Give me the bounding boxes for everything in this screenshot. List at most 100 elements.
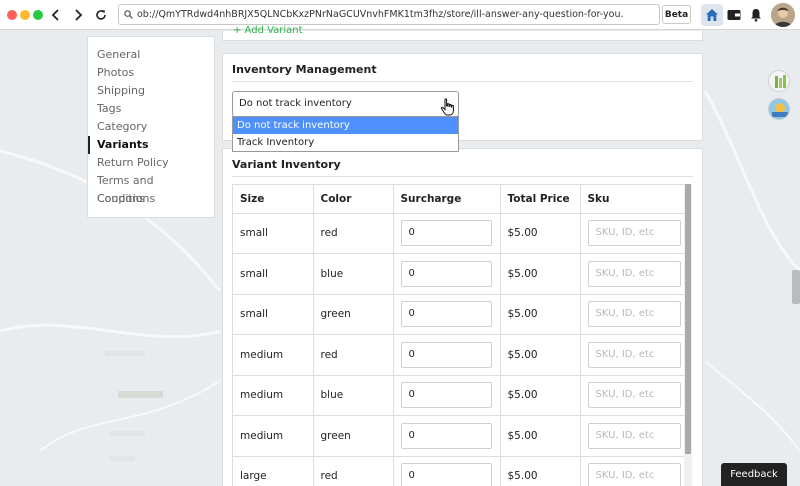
- wallet-icon[interactable]: [727, 9, 741, 21]
- inventory-management-title: Inventory Management: [232, 63, 377, 76]
- column-header-color: Color: [313, 185, 394, 214]
- cell-surcharge: 0: [393, 415, 501, 457]
- surcharge-input[interactable]: 0: [400, 382, 492, 409]
- cell-surcharge: 0: [393, 253, 501, 295]
- cell-sku: SKU, ID, etc: [580, 334, 687, 376]
- cell-sku: SKU, ID, etc: [580, 213, 687, 254]
- variants-panel: + Add Variant: [222, 25, 703, 41]
- cell-total-price: $5.00: [500, 253, 581, 295]
- url-text: ob://QmYTRdwd4nhBRJX5QLNCbKxzPNrNaGCUVnv…: [137, 9, 624, 20]
- cell-total-price: $5.00: [500, 213, 581, 254]
- cell-surcharge: 0: [393, 334, 501, 376]
- store-avatar[interactable]: [768, 98, 790, 120]
- sidebar-item-photos[interactable]: Photos: [88, 64, 214, 82]
- add-variant-link[interactable]: + Add Variant: [233, 25, 303, 36]
- cell-sku: SKU, ID, etc: [580, 294, 687, 335]
- feedback-button[interactable]: Feedback: [721, 463, 787, 486]
- cell-color: red: [313, 334, 394, 376]
- close-window-button[interactable]: [7, 10, 17, 20]
- table-row: small green 0 $5.00 SKU, ID, etc: [233, 294, 687, 335]
- divider: [232, 81, 693, 82]
- column-header-size: Size: [233, 185, 314, 214]
- sku-input[interactable]: SKU, ID, etc: [587, 463, 681, 486]
- home-icon[interactable]: [701, 4, 723, 26]
- cell-size: small: [233, 213, 314, 254]
- user-avatar[interactable]: [771, 3, 795, 27]
- cell-surcharge: 0: [393, 213, 501, 254]
- table-row: medium red 0 $5.00 SKU, ID, etc: [233, 334, 687, 376]
- sku-input[interactable]: SKU, ID, etc: [587, 422, 681, 449]
- side-panel-handle[interactable]: [792, 270, 800, 304]
- cell-sku: SKU, ID, etc: [580, 253, 687, 295]
- table-row: small blue 0 $5.00 SKU, ID, etc: [233, 253, 687, 295]
- cell-total-price: $5.00: [500, 334, 581, 376]
- reload-icon[interactable]: [91, 5, 111, 25]
- cell-size: large: [233, 456, 314, 486]
- table-header-row: Size Color Surcharge Total Price Sku: [233, 185, 687, 214]
- cell-surcharge: 0: [393, 375, 501, 416]
- sidebar-item-shipping[interactable]: Shipping: [88, 82, 214, 100]
- cell-total-price: $5.00: [500, 415, 581, 457]
- table-scrollbar-thumb[interactable]: [685, 184, 691, 454]
- surcharge-input[interactable]: 0: [400, 422, 492, 449]
- hand-cursor-icon: [440, 98, 454, 116]
- maximize-window-button[interactable]: [33, 10, 43, 20]
- sku-input[interactable]: SKU, ID, etc: [587, 382, 681, 409]
- search-icon: [119, 10, 137, 19]
- table-row: large red 0 $5.00 SKU, ID, etc: [233, 456, 687, 486]
- forward-arrow-icon[interactable]: [68, 5, 88, 25]
- sidebar-item-general[interactable]: General: [88, 46, 214, 64]
- back-arrow-icon[interactable]: [46, 5, 66, 25]
- settings-sidebar: General Photos Shipping Tags Category Variant…: [87, 36, 215, 218]
- cell-total-price: $5.00: [500, 294, 581, 335]
- store-avatar[interactable]: [768, 70, 790, 92]
- minimize-window-button[interactable]: [20, 10, 30, 20]
- sku-input[interactable]: SKU, ID, etc: [587, 301, 681, 328]
- cell-surcharge: 0: [393, 294, 501, 335]
- sku-input[interactable]: SKU, ID, etc: [587, 341, 681, 368]
- cell-sku: SKU, ID, etc: [580, 456, 687, 486]
- surcharge-input[interactable]: 0: [400, 301, 492, 328]
- table-row: small red 0 $5.00 SKU, ID, etc: [233, 213, 687, 254]
- cell-sku: SKU, ID, etc: [580, 375, 687, 416]
- surcharge-input[interactable]: 0: [400, 341, 492, 368]
- inventory-tracking-options: Do not track inventory Track Inventory: [232, 116, 459, 152]
- surcharge-input[interactable]: 0: [400, 463, 492, 486]
- cell-color: blue: [313, 375, 394, 416]
- address-bar[interactable]: ob://QmYTRdwd4nhBRJX5QLNCbKxzPNrNaGCUVnv…: [118, 4, 660, 25]
- divider: [232, 176, 693, 177]
- option-do-not-track[interactable]: Do not track inventory: [233, 117, 458, 134]
- surcharge-input[interactable]: 0: [400, 220, 492, 247]
- inventory-tracking-value: Do not track inventory: [239, 98, 352, 109]
- variant-inventory-table: Size Color Surcharge Total Price Sku sma…: [233, 185, 687, 486]
- cell-size: small: [233, 294, 314, 335]
- browser-toolbar: ob://QmYTRdwd4nhBRJX5QLNCbKxzPNrNaGCUVnv…: [0, 0, 800, 30]
- inventory-tracking-select[interactable]: Do not track inventory: [232, 91, 459, 117]
- sidebar-item-variants[interactable]: Variants: [88, 136, 214, 154]
- beta-button[interactable]: Beta: [662, 5, 691, 24]
- option-track-inventory[interactable]: Track Inventory: [233, 134, 458, 151]
- sidebar-item-category[interactable]: Category: [88, 118, 214, 136]
- sidebar-item-terms-and-conditions[interactable]: Terms and Conditions: [88, 172, 214, 205]
- variant-inventory-table-wrapper: Size Color Surcharge Total Price Sku sma…: [232, 184, 692, 486]
- cell-color: red: [313, 456, 394, 486]
- cell-size: medium: [233, 334, 314, 376]
- cell-total-price: $5.00: [500, 375, 581, 416]
- notifications-bell-icon[interactable]: [750, 8, 762, 22]
- surcharge-input[interactable]: 0: [400, 260, 492, 287]
- table-row: medium blue 0 $5.00 SKU, ID, etc: [233, 375, 687, 416]
- column-header-total-price: Total Price: [500, 185, 581, 214]
- cell-size: small: [233, 253, 314, 295]
- sku-input[interactable]: SKU, ID, etc: [587, 260, 681, 287]
- cell-size: medium: [233, 375, 314, 416]
- cell-color: blue: [313, 253, 394, 295]
- cell-color: green: [313, 294, 394, 335]
- sidebar-item-tags[interactable]: Tags: [88, 100, 214, 118]
- sidebar-item-return-policy[interactable]: Return Policy: [88, 154, 214, 172]
- variant-inventory-panel: Variant Inventory Size Color Surcharge T…: [222, 148, 703, 486]
- column-header-sku: Sku: [580, 185, 687, 214]
- cell-sku: SKU, ID, etc: [580, 415, 687, 457]
- cell-total-price: $5.00: [500, 456, 581, 486]
- table-row: medium green 0 $5.00 SKU, ID, etc: [233, 415, 687, 457]
- sku-input[interactable]: SKU, ID, etc: [587, 220, 681, 247]
